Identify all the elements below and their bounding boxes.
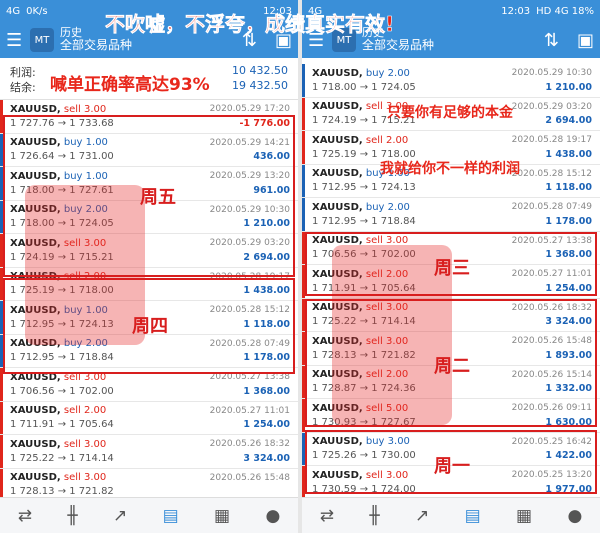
trade-prices: 1 706.56 → 1 702.00 <box>10 385 114 397</box>
bottom-nav: ⇄ ╫ ↗ ▤ ▦ ● <box>0 497 298 533</box>
trade-prices: 1 711.91 → 1 705.64 <box>10 419 114 430</box>
trade-profit: 3 324.00 <box>243 452 290 464</box>
trade-row[interactable]: XAUUSD, sell 2.00 2020.05.27 11:01 1 711.9… <box>0 401 298 435</box>
profit-claim: 我就给你不一样的利润 <box>380 161 520 177</box>
trade-symbol: XAUUSD, <box>312 67 363 79</box>
clock: 12:03 <box>501 5 531 17</box>
trade-symbol: XAUUSD, <box>10 103 61 115</box>
friday-label: 周五 <box>140 187 176 208</box>
bottom-nav: ⇄ ╫ ↗ ▤ ▦ ● <box>302 497 600 533</box>
trade-prices: 1 712.95 → 1 724.13 <box>312 182 416 193</box>
trade-side: buy 2.00 <box>365 67 410 79</box>
tuesday-label: 周二 <box>434 356 470 377</box>
trade-side: sell 3.00 <box>63 472 107 483</box>
accuracy-claim: 喊单正确率高达93% <box>50 75 210 95</box>
news-icon[interactable]: ▦ <box>214 506 230 526</box>
quotes-icon[interactable]: ⇄ <box>18 506 32 526</box>
trade-side: sell 2.00 <box>63 405 107 416</box>
network-indicator: 4G <box>6 5 21 17</box>
trade-symbol: XAUUSD, <box>10 472 61 483</box>
history-icon[interactable]: ▤ <box>465 506 481 526</box>
trade-profit: 1 254.00 <box>243 419 290 430</box>
trade-row[interactable]: XAUUSD, buy 2.00 2020.05.29 10:30 1 718.00… <box>302 64 600 98</box>
network-speed: 0K/s <box>26 5 48 17</box>
balance-value: 19 432.50 <box>232 79 288 92</box>
trade-row[interactable]: XAUUSD, sell 3.00 2020.05.26 18:32 1 725.2… <box>0 435 298 469</box>
top-banner: 不吹嘘，不浮夸，成绩真实有效! <box>105 12 395 37</box>
trade-time: 2020.05.26 15:48 <box>209 472 290 483</box>
trade-time: 2020.05.29 17:20 <box>209 104 290 114</box>
trade-side: buy 2.00 <box>365 201 410 213</box>
app-logo: MT <box>30 28 54 52</box>
trade-profit: 1 210.00 <box>545 81 592 93</box>
app-title-main[interactable]: 全部交易品种 <box>362 39 434 52</box>
principal-claim: 只要你有足够的本金 <box>387 105 513 121</box>
trade-profit: 1 118.00 <box>545 182 592 193</box>
trade-symbol: XAUUSD, <box>10 405 61 416</box>
trade-time: 2020.05.29 10:30 <box>511 68 592 78</box>
trade-profit: 2 694.00 <box>545 115 592 126</box>
trade-time: 2020.05.28 15:12 <box>511 168 592 179</box>
chat-icon[interactable]: ● <box>265 506 280 526</box>
trade-prices: 1 712.95 → 1 718.84 <box>312 215 416 227</box>
trade-row[interactable]: XAUUSD, buy 2.00 2020.05.28 07:49 1 712.95… <box>302 198 600 232</box>
calendar-icon[interactable]: ▣ <box>577 30 594 51</box>
trade-time: 2020.05.28 07:49 <box>511 202 592 212</box>
quotes-icon[interactable]: ⇄ <box>320 506 334 526</box>
monday-label: 周一 <box>434 456 470 477</box>
trade-prices: 1 718.00 → 1 724.05 <box>312 81 416 93</box>
trade-icon[interactable]: ↗ <box>415 506 429 526</box>
trade-side: sell 2.00 <box>365 134 409 146</box>
trade-prices: 1 725.22 → 1 714.14 <box>10 452 114 464</box>
balance-label: 结余: <box>10 81 36 94</box>
trade-symbol: XAUUSD, <box>312 168 363 179</box>
trade-side: sell 3.00 <box>63 103 107 115</box>
trade-profit: 1 438.00 <box>545 148 592 160</box>
app-title-main[interactable]: 全部交易品种 <box>60 39 132 52</box>
profit-value: 10 432.50 <box>232 64 288 77</box>
trade-prices: 1 728.13 → 1 721.82 <box>10 486 114 497</box>
sort-icon[interactable]: ⇅ <box>544 30 559 51</box>
trade-time: 2020.05.28 19:17 <box>511 135 592 145</box>
chat-icon[interactable]: ● <box>567 506 582 526</box>
history-icon[interactable]: ▤ <box>163 506 179 526</box>
trade-icon[interactable]: ↗ <box>113 506 127 526</box>
account-summary: 利润: 10 432.50 结余: 19 432.50 喊单正确率高达93% <box>0 58 298 100</box>
trade-time: 2020.05.27 11:01 <box>209 405 290 416</box>
profit-label: 利润: <box>10 66 36 79</box>
menu-icon[interactable]: ☰ <box>6 30 24 51</box>
trade-profit: 1 178.00 <box>545 215 592 227</box>
trade-time: 2020.05.26 18:32 <box>209 439 290 449</box>
trade-time: 2020.05.29 03:20 <box>511 101 592 112</box>
trade-symbol: XAUUSD, <box>312 134 363 146</box>
trade-symbol: XAUUSD, <box>10 438 61 450</box>
trade-symbol: XAUUSD, <box>312 101 363 112</box>
battery-indicator: HD 4G 18% <box>536 5 594 17</box>
news-icon[interactable]: ▦ <box>516 506 532 526</box>
left-phone-screen: 4G 0K/s 12:03 ☰ MT 历史 全部交易品种 ⇅ ▣ 利润: 10 4… <box>0 0 298 533</box>
chart-icon[interactable]: ╫ <box>369 506 379 526</box>
trade-side: sell 3.00 <box>63 438 107 450</box>
trade-profit: 1 368.00 <box>243 385 290 397</box>
wednesday-label: 周三 <box>434 258 470 279</box>
right-phone-screen: 4G 12:03 HD 4G 18% ☰ MT 历史 全部交易品种 ⇅ ▣ XAU… <box>302 0 600 533</box>
chart-icon[interactable]: ╫ <box>67 506 77 526</box>
thursday-label: 周四 <box>132 316 168 337</box>
trade-symbol: XAUUSD, <box>312 201 363 213</box>
